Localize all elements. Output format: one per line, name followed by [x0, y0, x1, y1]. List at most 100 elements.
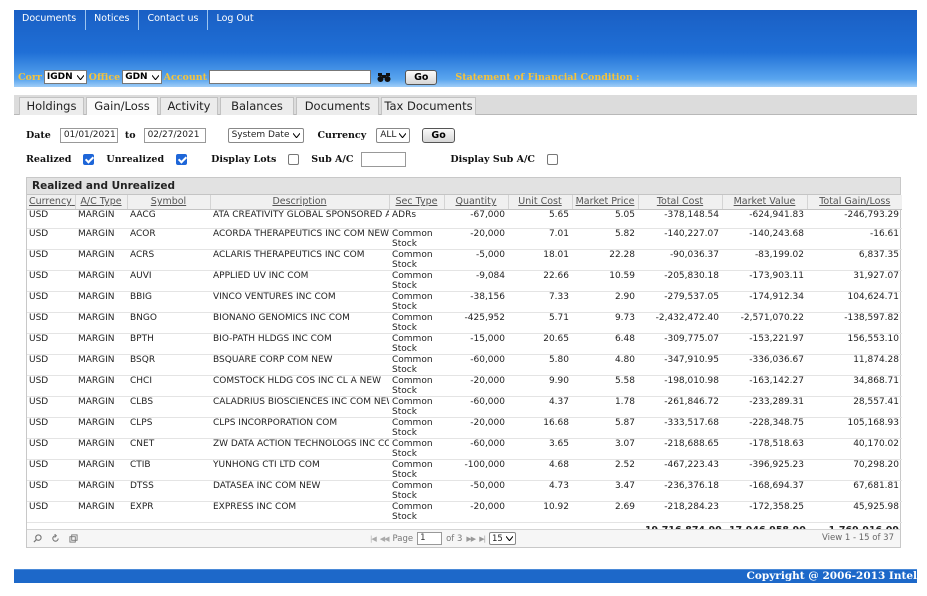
cell-symbol: ACRS	[127, 249, 210, 272]
cell-symbol: AACG	[127, 209, 210, 230]
nav-logout-link[interactable]: Log Out	[208, 10, 262, 30]
column-header-ac-type[interactable]: A/C Type	[75, 195, 128, 210]
cell-sec-type: Common Stock	[389, 228, 444, 251]
first-page-icon[interactable]: |◀	[370, 535, 377, 543]
cell-sec-type: Common Stock	[389, 438, 444, 461]
tab-tax-documents[interactable]: Tax Documents	[381, 97, 476, 115]
cell-total-cost: -378,148.54	[638, 209, 722, 230]
cell-sec-type: Common Stock	[389, 270, 444, 293]
column-header-description[interactable]: Description	[210, 195, 390, 210]
tab-activity[interactable]: Activity	[160, 97, 218, 115]
cell-market-value: -228,348.75	[722, 417, 807, 440]
cell-description: EXPRESS INC COM	[210, 501, 389, 524]
search-icon[interactable]	[33, 534, 42, 543]
table-row[interactable]: USD MARGIN CTIB YUNHONG CTI LTD COM Common S…	[27, 459, 902, 482]
date-to-input[interactable]: 02/27/2021	[143, 127, 206, 143]
refresh-icon[interactable]	[51, 534, 60, 543]
columns-icon[interactable]	[69, 534, 78, 543]
cell-unit-cost: 5.65	[508, 209, 572, 230]
table-row[interactable]: USD MARGIN CNET ZW DATA ACTION TECHNOLOGS I…	[27, 438, 902, 461]
column-header-quantity[interactable]: Quantity	[444, 195, 509, 210]
cell-sec-type: Common Stock	[389, 480, 444, 503]
realized-label: Realized	[26, 153, 72, 165]
chevron-down-icon	[399, 132, 407, 138]
corr-select[interactable]: IGDN	[43, 70, 87, 84]
cell-sec-type: Common Stock	[389, 312, 444, 335]
page-size-select[interactable]: 15	[488, 532, 516, 545]
display-sub-ac-checkbox[interactable]	[546, 153, 558, 165]
tab-gain-loss[interactable]: Gain/Loss	[86, 97, 158, 115]
cell-currency: USD	[27, 209, 75, 230]
cell-currency: USD	[27, 333, 75, 356]
cell-ac-type: MARGIN	[75, 209, 127, 230]
cell-total-gain-loss: 105,168.93	[807, 417, 902, 440]
cell-description: VINCO VENTURES INC COM	[210, 291, 389, 314]
cell-description: DATASEA INC COM NEW	[210, 480, 389, 503]
table-row[interactable]: USD MARGIN CLPS CLPS INCORPORATION COM Commo…	[27, 417, 902, 440]
table-row[interactable]: USD MARGIN BNGO BIONANO GENOMICS INC COM Com…	[27, 312, 902, 335]
table-header-row: Currency ▲ A/C Type Symbol Description S…	[27, 195, 902, 210]
date-from-input[interactable]: 01/01/2021	[59, 127, 118, 143]
cell-market-value: -173,903.11	[722, 270, 807, 293]
cell-unit-cost: 7.01	[508, 228, 572, 251]
cell-quantity: -50,000	[444, 480, 508, 503]
column-header-unit-cost[interactable]: Unit Cost	[508, 195, 573, 210]
date-type-select[interactable]: System Date	[227, 127, 304, 143]
cell-market-price: 5.58	[572, 375, 638, 398]
column-header-market-value[interactable]: Market Value	[722, 195, 808, 210]
table-row[interactable]: USD MARGIN AACG ATA CREATIVITY GLOBAL SPONS…	[27, 209, 902, 230]
cell-market-price: 5.87	[572, 417, 638, 440]
table-row[interactable]: USD MARGIN EXPR EXPRESS INC COM Common Stock…	[27, 501, 902, 524]
display-lots-checkbox[interactable]	[288, 153, 300, 165]
table-row[interactable]: USD MARGIN CHCI COMSTOCK HLDG COS INC CL A …	[27, 375, 902, 398]
table-row[interactable]: USD MARGIN ACOR ACORDA THERAPEUTICS INC COM…	[27, 228, 902, 251]
tab-balances[interactable]: Balances	[220, 97, 294, 115]
nav-notices-link[interactable]: Notices	[86, 10, 140, 30]
cell-symbol: BPTH	[127, 333, 210, 356]
unrealized-label: Unrealized	[106, 153, 165, 165]
table-row[interactable]: USD MARGIN DTSS DATASEA INC COM NEW Common S…	[27, 480, 902, 503]
account-go-button[interactable]: Go	[405, 69, 438, 85]
cell-quantity: -5,000	[444, 249, 508, 272]
table-row[interactable]: USD MARGIN ACRS ACLARIS THERAPEUTICS INC CO…	[27, 249, 902, 272]
cell-quantity: -20,000	[444, 228, 508, 251]
date-label: Date	[26, 129, 51, 141]
cell-total-cost: -218,688.65	[638, 438, 722, 461]
cell-symbol: CLBS	[127, 396, 210, 419]
currency-select[interactable]: ALL	[376, 127, 411, 143]
column-header-total-gain-loss[interactable]: Total Gain/Loss	[807, 195, 902, 210]
corr-label: Corr	[18, 71, 42, 83]
tab-holdings[interactable]: Holdings	[19, 97, 84, 115]
last-page-icon[interactable]: ▶|	[479, 535, 486, 543]
nav-documents-link[interactable]: Documents	[14, 10, 87, 30]
table-row[interactable]: USD MARGIN CLBS CALADRIUS BIOSCIENCES INC C…	[27, 396, 902, 419]
next-page-icon[interactable]: ▶▶	[466, 535, 476, 543]
column-header-sec-type[interactable]: Sec Type	[389, 195, 445, 210]
table-row[interactable]: USD MARGIN AUVI APPLIED UV INC COM Common St…	[27, 270, 902, 293]
cell-total-cost: -279,537.05	[638, 291, 722, 314]
criteria-go-button[interactable]: Go	[422, 127, 455, 143]
cell-total-cost: -467,223.43	[638, 459, 722, 482]
sub-ac-input[interactable]	[361, 151, 407, 167]
unrealized-checkbox[interactable]	[176, 153, 188, 165]
column-header-currency[interactable]: Currency ▲	[27, 195, 76, 210]
cell-market-price: 22.28	[572, 249, 638, 272]
previous-page-icon[interactable]: ◀◀	[380, 535, 390, 543]
table-row[interactable]: USD MARGIN BPTH BIO-PATH HLDGS INC COM Commo…	[27, 333, 902, 356]
account-input[interactable]	[209, 70, 372, 84]
office-select[interactable]: GDN	[122, 70, 162, 84]
table-row[interactable]: USD MARGIN BSQR BSQUARE CORP COM NEW Common …	[27, 354, 902, 377]
cell-unit-cost: 18.01	[508, 249, 572, 272]
cell-sec-type: Common Stock	[389, 501, 444, 524]
tab-documents[interactable]: Documents	[296, 97, 379, 115]
cell-total-cost: -309,775.07	[638, 333, 722, 356]
chevron-down-icon	[292, 132, 300, 138]
column-header-market-price[interactable]: Market Price	[572, 195, 639, 210]
column-header-total-cost[interactable]: Total Cost	[638, 195, 723, 210]
column-header-symbol[interactable]: Symbol	[127, 195, 211, 210]
nav-contact-link[interactable]: Contact us	[139, 10, 209, 30]
binoculars-search-icon[interactable]	[377, 71, 391, 83]
realized-checkbox[interactable]	[83, 153, 95, 165]
page-number-input[interactable]: 1	[417, 532, 443, 545]
table-row[interactable]: USD MARGIN BBIG VINCO VENTURES INC COM Commo…	[27, 291, 902, 314]
